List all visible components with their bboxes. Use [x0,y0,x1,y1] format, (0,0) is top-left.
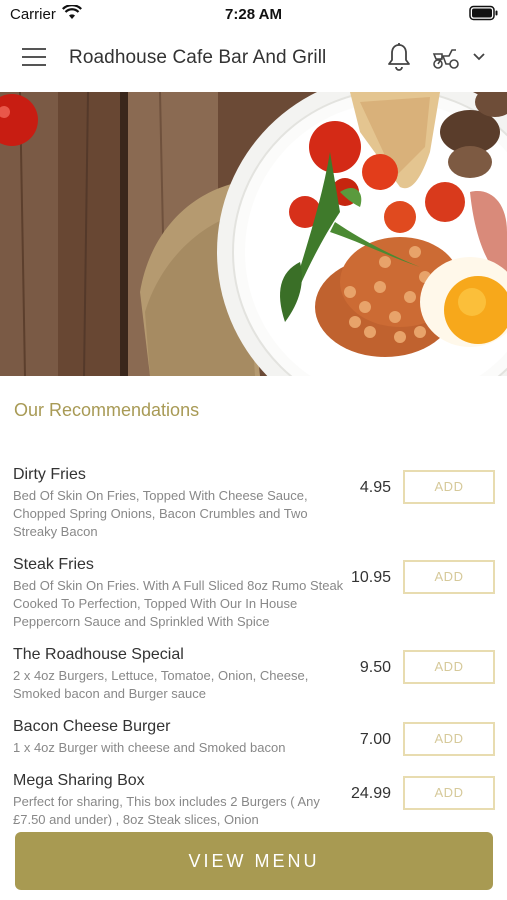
add-button[interactable]: ADD [403,470,495,504]
item-name: Dirty Fries [13,466,86,483]
status-bar: Carrier 7:28 AM [0,0,507,28]
view-menu-button[interactable]: VIEW MENU [15,832,493,890]
hamburger-menu-icon[interactable] [22,48,48,70]
item-description: Perfect for sharing, This box includes 2… [13,794,320,826]
recommendations-title: Our Recommendations [14,400,200,420]
item-name: Steak Fries [13,556,94,573]
app-header: Roadhouse Cafe Bar And Grill [0,28,507,92]
bell-icon[interactable] [386,42,412,72]
item-price: 9.50 [359,659,391,676]
add-button[interactable]: ADD [403,776,495,810]
item-price: 7.00 [359,731,391,748]
item-price: 4.95 [359,479,391,496]
breakfast-plate-image [0,92,507,376]
delivery-scooter-icon[interactable] [431,46,461,70]
add-button[interactable]: ADD [403,650,495,684]
item-description: Bed Of Skin On Fries. With A Full Sliced… [13,578,344,629]
item-description: 2 x 4oz Burgers, Lettuce, Tomatoe, Onion… [13,668,309,701]
add-button[interactable]: ADD [403,722,495,756]
item-name: Mega Sharing Box [13,772,145,789]
item-name: The Roadhouse Special [13,646,184,663]
item-price: 24.99 [350,785,391,802]
battery-icon [469,5,498,21]
hero-image [0,92,507,376]
add-button[interactable]: ADD [403,560,495,594]
recommendations-list: Dirty Fries Bed Of Skin On Fries, Topped… [0,456,507,826]
app-title: Roadhouse Cafe Bar And Grill [69,47,327,68]
item-name: Bacon Cheese Burger [13,718,171,735]
item-price: 10.95 [350,569,391,586]
item-description: Bed Of Skin On Fries, Topped With Cheese… [13,488,308,539]
chevron-down-icon[interactable] [472,52,486,62]
status-time: 7:28 AM [225,6,282,23]
item-description: 1 x 4oz Burger with cheese and Smoked ba… [13,740,286,755]
